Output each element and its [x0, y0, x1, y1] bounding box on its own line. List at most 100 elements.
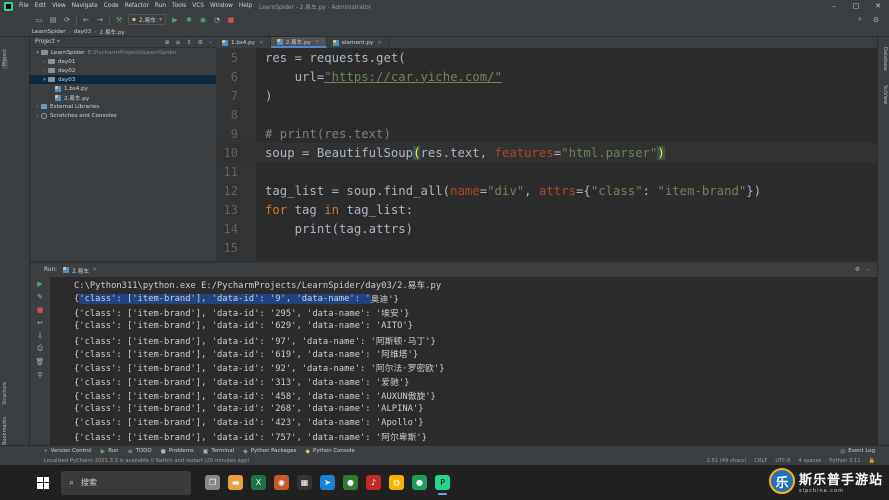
search-icon[interactable]: ⌕ [853, 14, 867, 26]
gear-icon[interactable]: ⚙ [855, 267, 860, 273]
code-line-13[interactable]: 13 for tag in tag_list: [216, 200, 877, 219]
menu-edit[interactable]: Edit [32, 3, 49, 9]
send-icon[interactable]: ➤ [320, 475, 335, 490]
tab-element[interactable]: element.py × [327, 37, 389, 48]
chrome-icon[interactable]: ◍ [389, 475, 404, 490]
code-line-6[interactable]: 6 url="https://car.yiche.com/" [216, 67, 877, 86]
menu-refactor[interactable]: Refactor [122, 3, 152, 9]
close-tab-icon[interactable]: × [92, 267, 97, 273]
python-console-tab[interactable]: ◆ Python Console [305, 448, 354, 455]
project-view-select[interactable]: Project [35, 39, 55, 45]
file-encoding[interactable]: UTF-8 [775, 458, 790, 464]
close-tab-icon[interactable]: × [315, 39, 320, 45]
collapse-all-icon[interactable]: ≡ [176, 39, 181, 46]
build-icon[interactable]: ⚒ [112, 14, 126, 26]
status-message[interactable]: Localized PyCharm 2021.3.3 is available … [44, 458, 249, 464]
trash-icon[interactable]: 🗑 [30, 355, 50, 368]
open-folder-icon[interactable]: ▭ [32, 14, 46, 26]
menu-run[interactable]: Run [152, 3, 169, 9]
gear-icon[interactable]: ⚙ [198, 39, 203, 46]
menu-help[interactable]: Help [236, 3, 255, 9]
save-all-icon[interactable]: ▤ [46, 14, 60, 26]
minimize-icon[interactable]: – [823, 0, 845, 12]
bookmarks-tool-tab[interactable]: Bookmarks [2, 417, 8, 445]
firefox-icon[interactable]: ◉ [274, 475, 289, 490]
run-icon[interactable]: ▶ [168, 14, 182, 26]
stop-icon[interactable]: ■ [224, 14, 238, 26]
breadcrumb-file[interactable]: 2.易车.py [100, 28, 125, 36]
app-icon[interactable]: ● [343, 475, 358, 490]
run-tab[interactable]: 2.易车 × [63, 266, 97, 275]
pycharm-icon[interactable]: P [435, 475, 450, 495]
terminal-tab[interactable]: ▣ Terminal [203, 448, 234, 455]
menu-view[interactable]: View [49, 3, 69, 9]
structure-tool-tab[interactable]: Structure [2, 382, 8, 405]
close-tab-icon[interactable]: × [377, 40, 382, 46]
pin-icon[interactable]: ⚲ [30, 368, 50, 381]
code-line-12[interactable]: 12 tag_list = soup.find_all(name="div", … [216, 181, 877, 200]
version-control-tab[interactable]: ⑂ Version Control [44, 448, 92, 455]
menu-navigate[interactable]: Navigate [69, 3, 101, 9]
menu-file[interactable]: File [16, 3, 32, 9]
close-tab-icon[interactable]: × [259, 40, 264, 46]
tree-item[interactable]: ▾ day03 [30, 75, 216, 84]
tree-item[interactable]: › day02 [30, 66, 216, 75]
event-log-tab[interactable]: ◎ Event Log [840, 448, 875, 455]
menu-code[interactable]: Code [101, 3, 122, 9]
run-configuration-select[interactable]: ▪ 2.易车 ▾ [128, 14, 166, 25]
taskbar-search[interactable]: ⌕ 搜索 [61, 470, 191, 495]
settings-icon[interactable]: ⚙ [869, 14, 883, 26]
code-line-15[interactable]: 15 [216, 238, 877, 257]
expand-icon[interactable]: ⇕ [187, 39, 192, 46]
tree-item[interactable]: › day01 [30, 57, 216, 66]
hide-icon[interactable]: – [209, 39, 212, 46]
calendar-icon[interactable]: ▦ [297, 475, 312, 490]
breadcrumb-project[interactable]: LearnSpider [32, 29, 66, 35]
chevron-right-icon[interactable]: › [34, 113, 41, 119]
tree-item[interactable]: › External Libraries [30, 102, 216, 111]
interpreter-select[interactable]: Python 3.11 [829, 458, 860, 464]
python-packages-tab[interactable]: ◈ Python Packages [243, 448, 296, 455]
caret-position[interactable]: 2:51 (49 chars) [706, 458, 746, 464]
menu-tools[interactable]: Tools [169, 3, 189, 9]
run-tool-tab[interactable]: ▶ Run [101, 448, 119, 455]
excel-icon[interactable]: X [251, 475, 266, 490]
file-explorer-icon[interactable]: ▬ [228, 475, 243, 490]
stop-icon[interactable]: ■ [30, 303, 50, 316]
sciview-tool-tab[interactable]: SciView [882, 85, 888, 104]
menu-vcs[interactable]: VCS [189, 3, 207, 9]
windows-start-icon[interactable] [37, 476, 49, 489]
chevron-right-icon[interactable]: › [41, 59, 48, 65]
code-line-9[interactable]: 9 # print(res.text) [216, 124, 877, 143]
console-output[interactable]: C:\Python311\python.exe E:/PycharmProjec… [74, 278, 864, 444]
forward-icon[interactable]: → [93, 14, 107, 26]
code-line-11[interactable]: 11 [216, 162, 877, 181]
close-icon[interactable]: ✕ [867, 0, 889, 12]
sync-icon[interactable]: ⟳ [60, 14, 74, 26]
coverage-icon[interactable]: ◉ [196, 14, 210, 26]
code-line-7[interactable]: 7 ) [216, 86, 877, 105]
scroll-to-end-icon[interactable]: ⇩ [30, 329, 50, 342]
hide-icon[interactable]: – [866, 267, 869, 273]
tab-bs4[interactable]: 1.bs4.py × [216, 37, 271, 48]
chevron-down-icon[interactable]: ▾ [41, 77, 48, 83]
line-separator[interactable]: CRLF [754, 458, 767, 464]
rerun-icon[interactable]: ▶ [30, 277, 50, 290]
tree-item[interactable]: ▾ LearnSpider E:\PycharmProjects\LearnSpid… [30, 48, 216, 57]
database-tool-tab[interactable]: Database [882, 47, 888, 71]
chevron-right-icon[interactable]: › [34, 104, 41, 110]
chevron-down-icon[interactable]: ▾ [34, 50, 41, 56]
code-line-14[interactable]: 14 print(tag.attrs) [216, 219, 877, 238]
locate-icon[interactable]: ⊕ [165, 39, 170, 46]
maximize-icon[interactable]: □ [845, 0, 867, 12]
task-view-icon[interactable]: ❐ [205, 475, 220, 490]
todo-tab[interactable]: ≡ TODO [128, 448, 152, 455]
code-line-10[interactable]: 10 soup = BeautifulSoup(res.text, featur… [216, 143, 877, 162]
soft-wrap-icon[interactable]: ↩ [30, 316, 50, 329]
tree-item[interactable]: 1.bs4.py [30, 84, 216, 93]
music-icon[interactable]: ♪ [366, 475, 381, 490]
lock-icon[interactable]: 🔓 [869, 458, 875, 464]
profile-icon[interactable]: ◔ [210, 14, 224, 26]
project-tool-tab[interactable]: Project [2, 49, 8, 69]
tree-item[interactable]: › Scratches and Consoles [30, 111, 216, 120]
